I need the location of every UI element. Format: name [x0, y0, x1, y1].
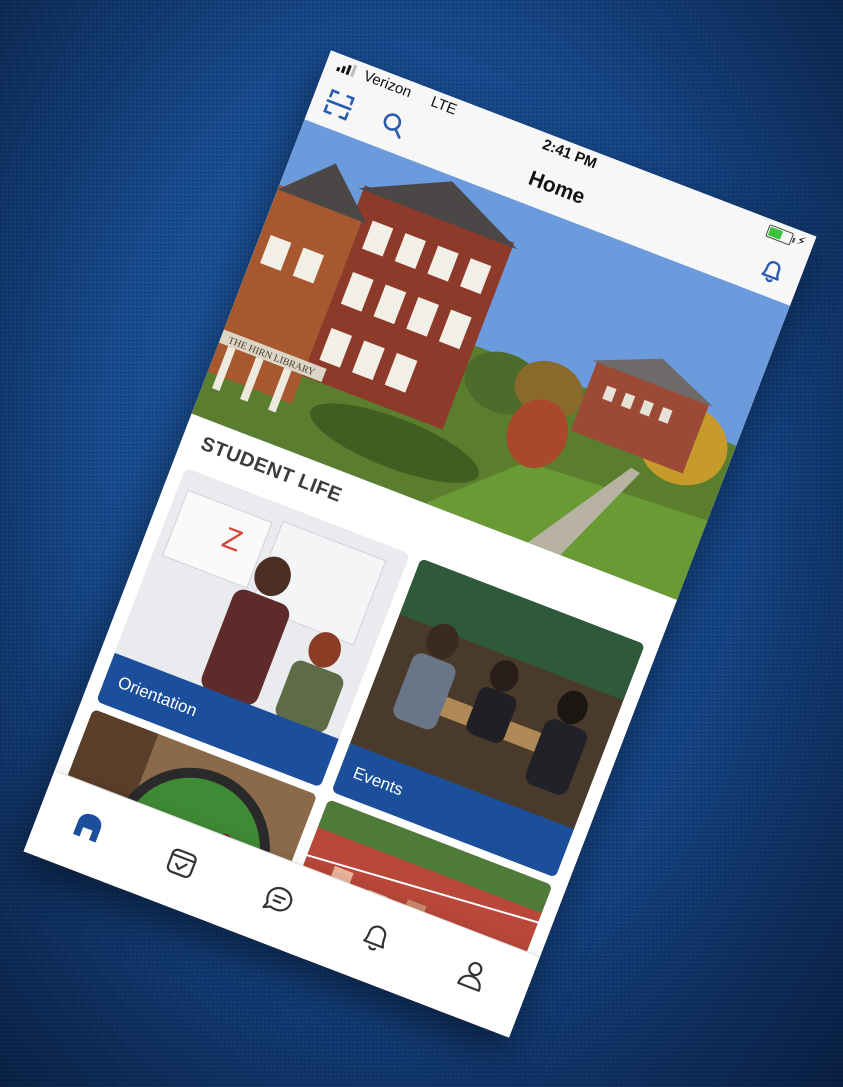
tab-messages[interactable] [256, 877, 303, 924]
calendar-icon [166, 848, 197, 879]
bell-icon [363, 925, 387, 951]
tab-home[interactable] [65, 804, 112, 851]
phone-screen: Verizon LTE 2:41 PM ⚡ Home THE HIRN LIBR… [23, 50, 817, 1038]
card-label-dining: Dining [23, 913, 75, 949]
chat-icon [262, 886, 293, 912]
tab-notifications[interactable] [353, 914, 400, 961]
tab-profile[interactable] [450, 951, 497, 998]
tab-calendar[interactable] [159, 840, 206, 887]
card-label-athletics: Athletics [258, 1003, 325, 1038]
profile-icon [457, 961, 483, 992]
home-icon [73, 813, 102, 843]
